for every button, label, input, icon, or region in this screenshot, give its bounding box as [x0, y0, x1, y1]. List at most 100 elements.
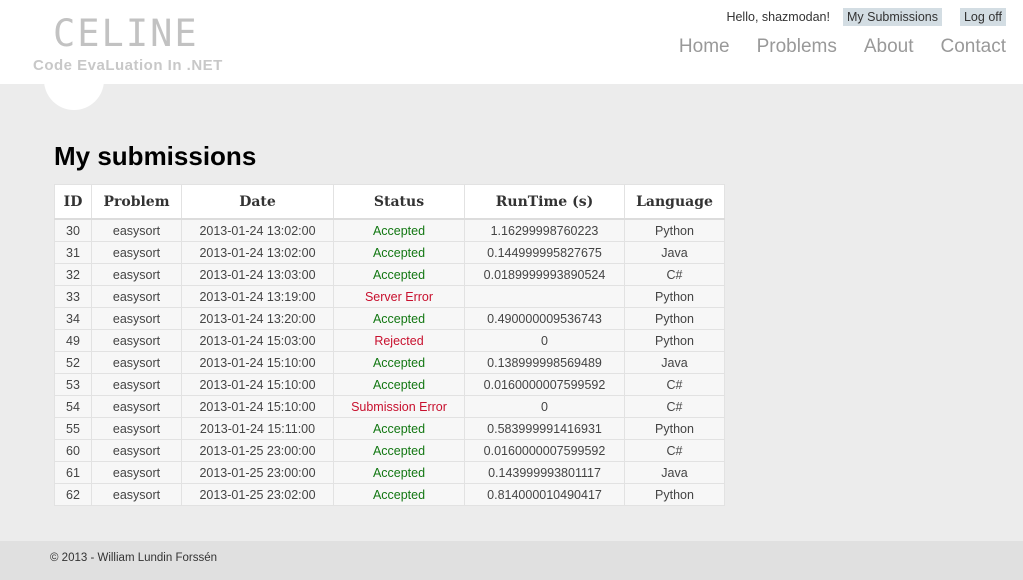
cell-problem: easysort: [91, 373, 182, 396]
table-row: 55 easysort 2013-01-24 15:11:00 Accepted 0.5…: [54, 417, 725, 440]
site-title[interactable]: CELINE: [53, 12, 199, 55]
column-header-id: ID: [54, 184, 92, 220]
table-row: 32 easysort 2013-01-24 13:03:00 Accepted 0.0…: [54, 263, 725, 286]
cell-runtime: 0: [464, 329, 625, 352]
cell-language: Python: [624, 329, 725, 352]
cell-date: 2013-01-24 13:03:00: [181, 263, 334, 286]
submissions-table: ID Problem Date Status RunTime (s) Langu…: [54, 184, 725, 506]
nav-home[interactable]: Home: [679, 36, 730, 58]
column-header-runtime: RunTime (s): [464, 184, 625, 220]
cell-id: 60: [54, 439, 92, 462]
cell-runtime: 0.144999995827675: [464, 241, 625, 264]
cell-status: Accepted: [333, 307, 465, 330]
site-footer: © 2013 - William Lundin Forssén: [0, 541, 1023, 580]
cell-problem: easysort: [91, 395, 182, 418]
page-title: My submissions: [54, 141, 257, 171]
main-nav: Home Problems About Contact: [679, 36, 1006, 58]
site-subtitle: Code EvaLuation In .NET: [33, 57, 223, 74]
column-header-status: Status: [333, 184, 465, 220]
cell-language: Java: [624, 351, 725, 374]
cell-runtime: 0.138999998569489: [464, 351, 625, 374]
cell-problem: easysort: [91, 329, 182, 352]
cell-problem: easysort: [91, 307, 182, 330]
login-bar: Hello, shazmodan! My Submissions Log off: [726, 8, 1006, 26]
cell-id: 54: [54, 395, 92, 418]
cell-status: Accepted: [333, 483, 465, 506]
cell-id: 52: [54, 351, 92, 374]
cell-id: 61: [54, 461, 92, 484]
cell-id: 55: [54, 417, 92, 440]
cell-status: Accepted: [333, 351, 465, 374]
cell-id: 53: [54, 373, 92, 396]
cell-language: Java: [624, 241, 725, 264]
cell-date: 2013-01-24 13:19:00: [181, 285, 334, 308]
cell-problem: easysort: [91, 263, 182, 286]
cell-id: 62: [54, 483, 92, 506]
table-row: 49 easysort 2013-01-24 15:03:00 Rejected 0 Py…: [54, 329, 725, 352]
table-row: 31 easysort 2013-01-24 13:02:00 Accepted 0.1…: [54, 241, 725, 264]
cell-language: C#: [624, 439, 725, 462]
cell-problem: easysort: [91, 285, 182, 308]
cell-id: 31: [54, 241, 92, 264]
cell-date: 2013-01-24 15:11:00: [181, 417, 334, 440]
cell-runtime: 0: [464, 395, 625, 418]
copyright-text: © 2013 - William Lundin Forssén: [50, 552, 217, 564]
cell-language: Python: [624, 417, 725, 440]
nav-problems[interactable]: Problems: [757, 36, 837, 58]
table-body: 30 easysort 2013-01-24 13:02:00 Accepted 1.1…: [54, 218, 725, 506]
cell-date: 2013-01-24 15:10:00: [181, 395, 334, 418]
cell-runtime: 1.16299998760223: [464, 218, 625, 242]
nav-about[interactable]: About: [864, 36, 914, 58]
cell-problem: easysort: [91, 417, 182, 440]
cell-status: Accepted: [333, 241, 465, 264]
cell-language: C#: [624, 373, 725, 396]
cell-id: 49: [54, 329, 92, 352]
cell-date: 2013-01-25 23:00:00: [181, 461, 334, 484]
table-row: 53 easysort 2013-01-24 15:10:00 Accepted 0.0…: [54, 373, 725, 396]
cell-status: Rejected: [333, 329, 465, 352]
table-row: 52 easysort 2013-01-24 15:10:00 Accepted 0.1…: [54, 351, 725, 374]
cell-date: 2013-01-24 15:10:00: [181, 351, 334, 374]
cell-id: 33: [54, 285, 92, 308]
table-row: 61 easysort 2013-01-25 23:00:00 Accepted 0.1…: [54, 461, 725, 484]
cell-runtime: 0.814000010490417: [464, 483, 625, 506]
cell-id: 30: [54, 218, 92, 242]
cell-date: 2013-01-25 23:02:00: [181, 483, 334, 506]
cell-runtime: 0.143999993801117: [464, 461, 625, 484]
table-row: 33 easysort 2013-01-24 13:19:00 Server Erro…: [54, 285, 725, 308]
greeting-text: Hello, shazmodan!: [726, 10, 830, 24]
cell-status: Accepted: [333, 218, 465, 242]
column-header-language: Language: [624, 184, 725, 220]
cell-problem: easysort: [91, 241, 182, 264]
cell-date: 2013-01-24 13:02:00: [181, 218, 334, 242]
cell-runtime: 0.0160000007599592: [464, 439, 625, 462]
cell-runtime: 0.583999991416931: [464, 417, 625, 440]
table-row: 30 easysort 2013-01-24 13:02:00 Accepted 1.1…: [54, 218, 725, 242]
cell-language: Python: [624, 307, 725, 330]
my-submissions-link[interactable]: My Submissions: [842, 8, 942, 26]
cell-language: Java: [624, 461, 725, 484]
cell-problem: easysort: [91, 351, 182, 374]
cell-runtime: [464, 285, 625, 308]
table-header-row: ID Problem Date Status RunTime (s) Langu…: [54, 184, 725, 220]
cell-id: 32: [54, 263, 92, 286]
cell-problem: easysort: [91, 439, 182, 462]
cell-status: Accepted: [333, 417, 465, 440]
logoff-link[interactable]: Log off: [959, 8, 1006, 26]
column-header-problem: Problem: [91, 184, 182, 220]
cell-date: 2013-01-25 23:00:00: [181, 439, 334, 462]
cell-language: Python: [624, 483, 725, 506]
nav-contact[interactable]: Contact: [941, 36, 1006, 58]
table-row: 54 easysort 2013-01-24 15:10:00 Submission …: [54, 395, 725, 418]
cell-status: Accepted: [333, 373, 465, 396]
cell-status: Accepted: [333, 439, 465, 462]
cell-id: 34: [54, 307, 92, 330]
cell-runtime: 0.0160000007599592: [464, 373, 625, 396]
cell-date: 2013-01-24 15:10:00: [181, 373, 334, 396]
cell-problem: easysort: [91, 483, 182, 506]
table-row: 62 easysort 2013-01-25 23:02:00 Accepted 0.8…: [54, 483, 725, 506]
cell-status: Accepted: [333, 263, 465, 286]
cell-date: 2013-01-24 13:02:00: [181, 241, 334, 264]
column-header-date: Date: [181, 184, 334, 220]
cell-language: C#: [624, 263, 725, 286]
